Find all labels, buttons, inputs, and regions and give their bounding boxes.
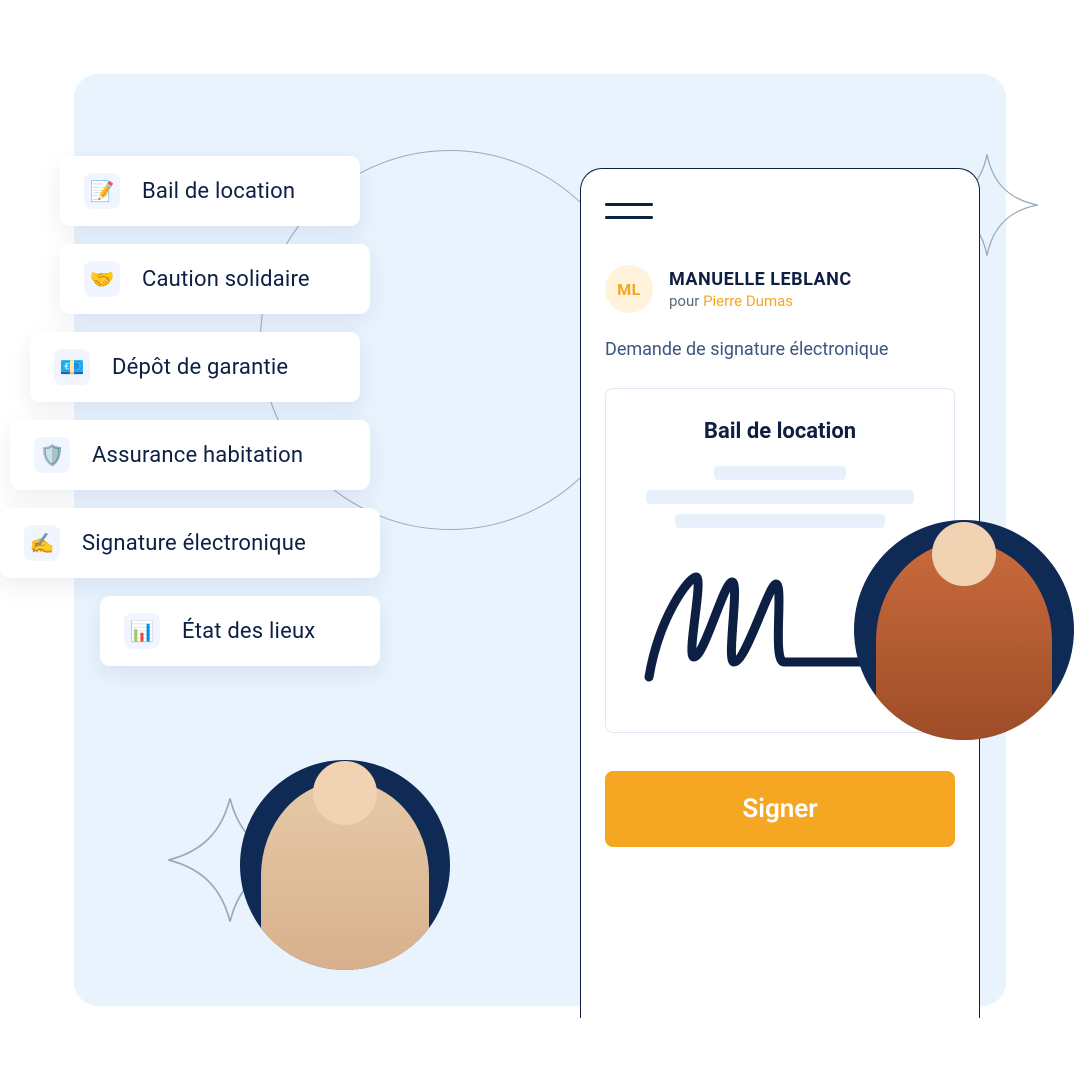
user-subline: pour Pierre Dumas xyxy=(669,292,852,310)
card-depot-de-garantie[interactable]: 💶 Dépôt de garantie xyxy=(30,332,360,402)
for-label: pour xyxy=(669,292,703,310)
money-icon: 💶 xyxy=(54,349,90,385)
card-label: État des lieux xyxy=(182,619,315,644)
chart-icon: 📊 xyxy=(124,613,160,649)
menu-icon[interactable] xyxy=(605,203,653,229)
page-subheading: Demande de signature électronique xyxy=(605,339,955,360)
card-label: Bail de location xyxy=(142,179,295,204)
for-name-link[interactable]: Pierre Dumas xyxy=(703,292,793,310)
user-row: ML MANUELLE LEBLANC pour Pierre Dumas xyxy=(605,265,955,313)
signature-icon xyxy=(634,562,874,696)
feature-card-list: 📝 Bail de location 🤝 Caution solidaire 💶… xyxy=(0,156,380,666)
card-signature-electronique[interactable]: ✍️ Signature électronique xyxy=(0,508,380,578)
shield-icon: 🛡️ xyxy=(34,437,70,473)
card-label: Caution solidaire xyxy=(142,267,310,292)
card-assurance-habitation[interactable]: 🛡️ Assurance habitation xyxy=(10,420,370,490)
card-etat-des-lieux[interactable]: 📊 État des lieux xyxy=(100,596,380,666)
handshake-icon: 🤝 xyxy=(84,261,120,297)
sign-button[interactable]: Signer xyxy=(605,771,955,847)
document-icon: 📝 xyxy=(84,173,120,209)
person-avatar-left xyxy=(240,760,450,970)
card-label: Signature électronique xyxy=(82,531,306,556)
card-bail-de-location[interactable]: 📝 Bail de location xyxy=(60,156,360,226)
document-body-placeholder xyxy=(634,466,926,528)
card-caution-solidaire[interactable]: 🤝 Caution solidaire xyxy=(60,244,370,314)
card-label: Dépôt de garantie xyxy=(112,355,288,380)
document-title: Bail de location xyxy=(704,419,856,444)
card-label: Assurance habitation xyxy=(92,443,303,468)
pen-icon: ✍️ xyxy=(24,525,60,561)
person-avatar-right xyxy=(854,520,1074,740)
user-name: MANUELLE LEBLANC xyxy=(669,269,852,290)
avatar: ML xyxy=(605,265,653,313)
